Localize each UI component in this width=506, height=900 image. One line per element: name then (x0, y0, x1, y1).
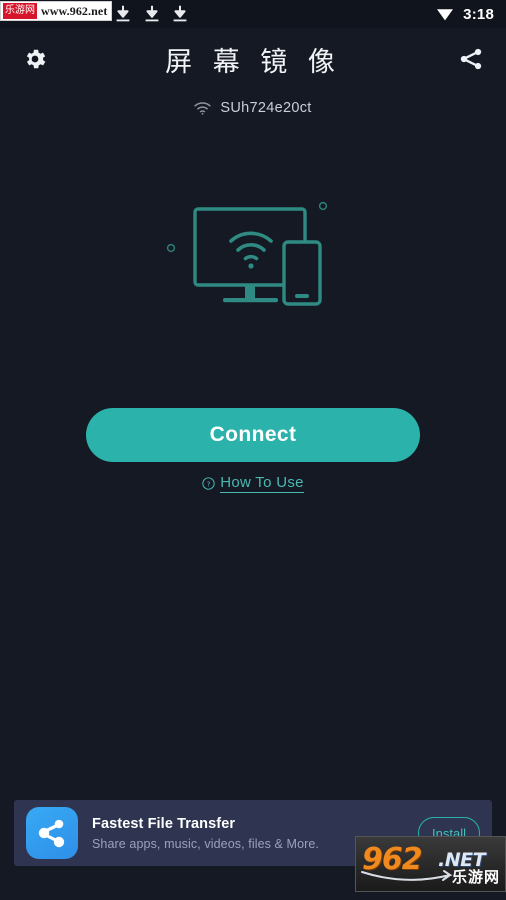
connect-button[interactable]: Connect (86, 408, 420, 462)
gear-icon (26, 49, 46, 69)
watermark-badge: 乐游网 (3, 3, 37, 19)
watermark-cn-label: 乐游网 (451, 868, 500, 886)
watermark-url: www.962.net (41, 3, 108, 18)
how-to-use-link[interactable]: ? How To Use (0, 474, 506, 493)
status-bar-clock: 3:18 (463, 5, 494, 23)
question-circle-icon: ? (202, 477, 215, 490)
wifi-icon (194, 101, 212, 115)
watermark-top-left: 乐游网 www.962.net (0, 1, 113, 21)
connected-device-row: SUh724e20ct (0, 100, 506, 116)
watermark-swoosh-icon (361, 870, 453, 881)
app-bar: 屏 幕 镜 像 (0, 28, 506, 90)
page-title: 屏 幕 镜 像 (165, 46, 341, 78)
tv-stand-base (223, 298, 278, 303)
watermark-bottom-right: 962 .NET 乐游网 (355, 836, 506, 892)
download-icon (173, 5, 187, 22)
status-bar: 乐游网 www.962.net 3:18 (0, 0, 506, 28)
how-to-use-label: How To Use (220, 474, 304, 493)
download-icon (116, 5, 130, 22)
ad-title: Fastest File Transfer (92, 815, 236, 832)
mirroring-graphic (166, 201, 328, 306)
download-icon (145, 5, 159, 22)
tv-stand-neck (245, 285, 255, 299)
share-network-icon (38, 819, 65, 848)
device-name-label: SUh724e20ct (220, 100, 312, 116)
screen-mirroring-illustration (0, 190, 506, 320)
decor-circle-left (166, 243, 176, 253)
settings-button[interactable] (18, 42, 52, 76)
status-bar-right: 3:18 (435, 0, 494, 28)
decor-circle-right (318, 201, 328, 211)
ad-app-icon (26, 807, 78, 859)
smartphone-home-indicator (295, 294, 309, 298)
wifi-icon (437, 9, 454, 21)
svg-text:?: ? (207, 479, 211, 488)
share-button[interactable] (454, 42, 488, 76)
share-icon (460, 48, 482, 70)
wifi-signal (229, 231, 273, 269)
